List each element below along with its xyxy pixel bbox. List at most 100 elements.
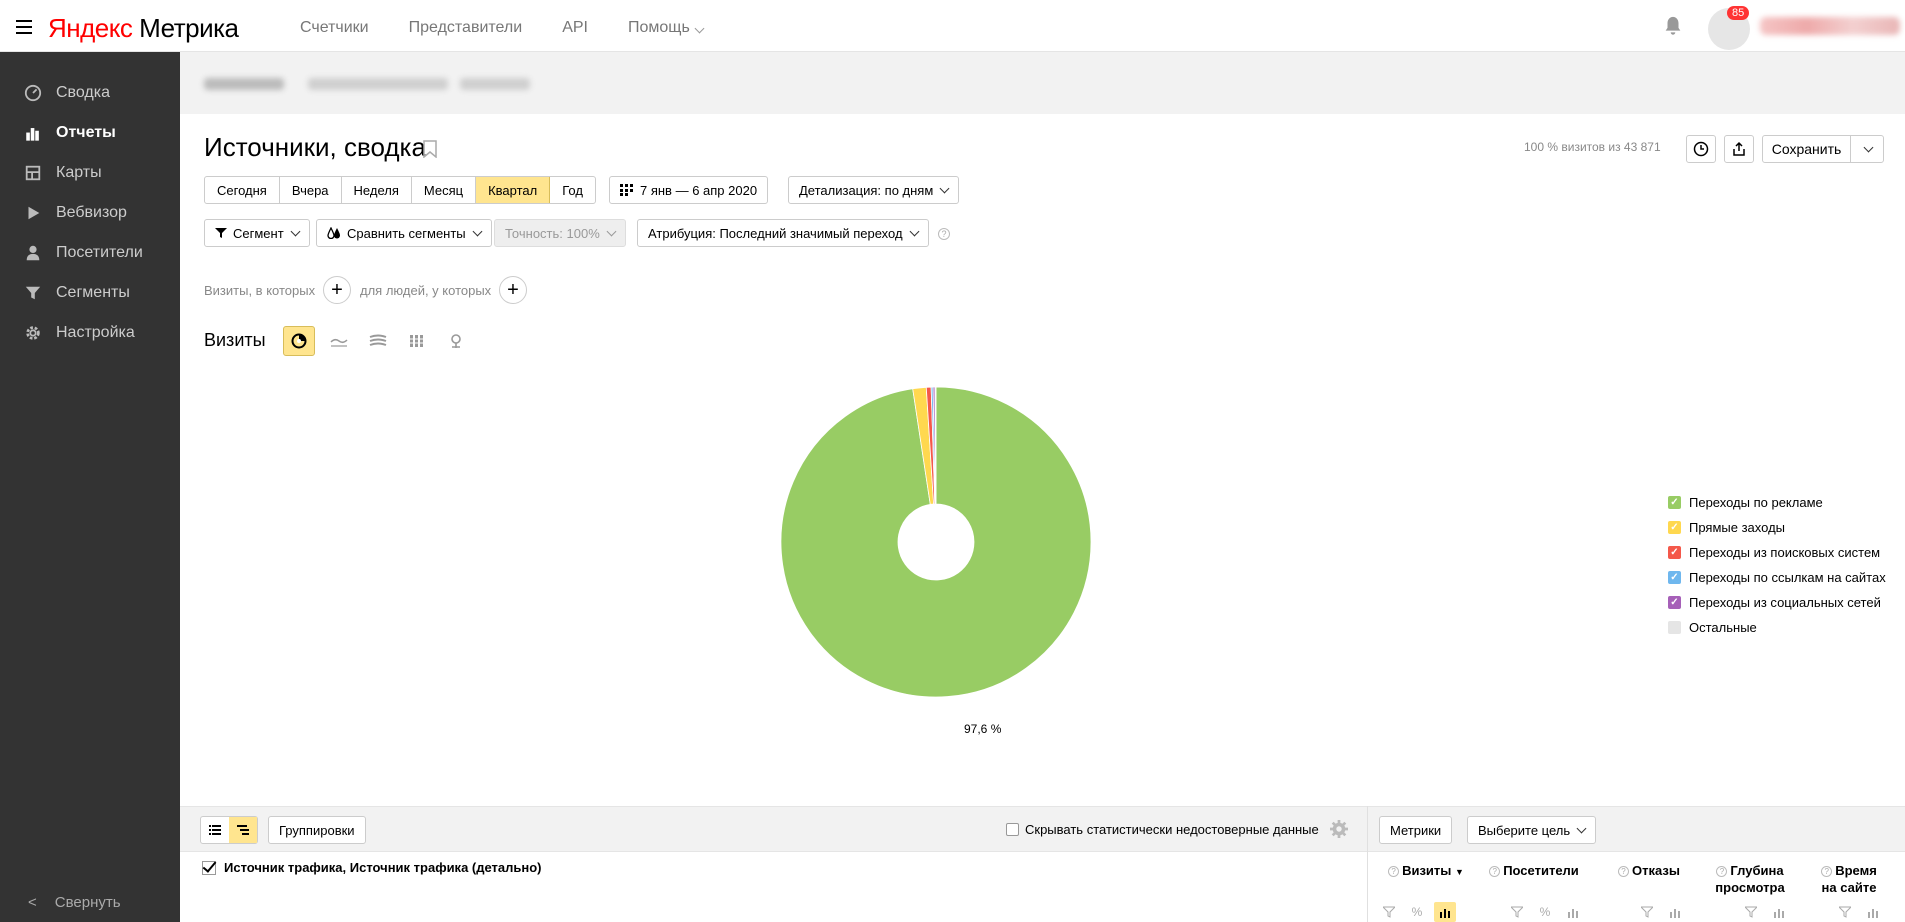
calendar-icon <box>620 184 633 196</box>
breadcrumb <box>180 52 1905 114</box>
filter-icon[interactable] <box>1740 902 1762 922</box>
tree-icon <box>237 825 249 835</box>
legend-item[interactable]: ✓ Переходы по рекламе <box>1668 490 1886 515</box>
legend-item[interactable]: ✓ Переходы из социальных сетей <box>1668 590 1886 615</box>
percent-icon[interactable]: % <box>1534 902 1556 922</box>
filter-icon[interactable] <box>1834 902 1856 922</box>
groupings-button[interactable]: Группировки <box>268 816 366 844</box>
help-icon[interactable]: ? <box>1821 866 1833 877</box>
column-visits[interactable]: ? Визиты ▼ <box>1388 862 1464 881</box>
nav-api[interactable]: API <box>562 19 588 37</box>
sidebar-item-reports[interactable]: Отчеты <box>24 124 116 142</box>
bar-chart-icon[interactable] <box>1664 902 1686 922</box>
legend-item[interactable]: Остальные <box>1668 615 1886 640</box>
legend-checkbox[interactable]: ✓ <box>1668 596 1681 609</box>
legend-checkbox[interactable]: ✓ <box>1668 546 1681 559</box>
save-dropdown[interactable] <box>1851 136 1883 162</box>
export-button[interactable] <box>1724 135 1754 163</box>
plus-icon: + <box>331 278 343 301</box>
bar-chart-icon[interactable] <box>1562 902 1584 922</box>
detail-dropdown[interactable]: Детализация: по дням <box>788 176 960 204</box>
legend-checkbox[interactable]: ✓ <box>1668 571 1681 584</box>
filter-icon[interactable] <box>1378 902 1400 922</box>
period-year[interactable]: Год <box>550 177 595 203</box>
dimensions-header[interactable]: Источник трафика, Источник трафика (дета… <box>202 860 542 875</box>
sidebar-item-webvisor[interactable]: Вебвизор <box>24 204 127 222</box>
collapse-button[interactable]: < Свернуть <box>28 894 121 911</box>
breadcrumb-blurred[interactable] <box>308 78 448 90</box>
help-icon[interactable]: ? <box>938 228 950 240</box>
filter-icon[interactable] <box>1506 902 1528 922</box>
chart-type-area[interactable] <box>362 326 394 356</box>
period-week[interactable]: Неделя <box>342 177 412 203</box>
nav-help[interactable]: Помощь <box>628 19 705 37</box>
list-view-button[interactable] <box>201 817 229 843</box>
chart-type-pie[interactable] <box>283 326 315 356</box>
save-button[interactable]: Сохранить <box>1762 135 1884 163</box>
compare-segments-button[interactable]: Сравнить сегменты <box>316 219 492 247</box>
sidebar-item-settings[interactable]: Настройка <box>24 324 135 342</box>
bell-icon[interactable] <box>1662 15 1684 37</box>
sidebar-item-maps[interactable]: Карты <box>24 164 102 182</box>
legend-item[interactable]: ✓ Переходы по ссылкам на сайтах <box>1668 565 1886 590</box>
help-icon[interactable]: ? <box>1388 866 1400 877</box>
legend-checkbox[interactable] <box>1668 621 1681 634</box>
chart-type-line[interactable] <box>323 326 355 356</box>
bookmark-icon[interactable] <box>423 140 437 158</box>
nav-counters[interactable]: Счетчики <box>300 19 369 37</box>
date-range-button[interactable]: 7 янв — 6 апр 2020 <box>609 176 769 204</box>
hide-unreliable-toggle[interactable]: Скрывать статистически недостоверные дан… <box>1006 822 1319 837</box>
checkbox[interactable] <box>1006 823 1019 836</box>
add-visit-condition-button[interactable]: + <box>323 276 351 304</box>
breadcrumb-blurred[interactable] <box>204 78 284 90</box>
help-icon[interactable]: ? <box>1716 866 1728 877</box>
chevron-down-icon <box>290 226 301 236</box>
column-visitors[interactable]: ? Посетители <box>1486 862 1582 879</box>
goal-dropdown[interactable]: Выберите цель <box>1467 816 1597 844</box>
percent-icon[interactable]: % <box>1406 902 1428 922</box>
breadcrumb-blurred[interactable] <box>460 78 530 90</box>
metrics-button[interactable]: Метрики <box>1379 816 1453 844</box>
history-button[interactable] <box>1686 135 1716 163</box>
legend-checkbox[interactable]: ✓ <box>1668 521 1681 534</box>
period-quarter[interactable]: Квартал <box>476 177 551 203</box>
legend-item[interactable]: ✓ Переходы из поисковых систем <box>1668 540 1886 565</box>
column-time[interactable]: ? Время на сайте <box>1814 862 1884 896</box>
legend-checkbox[interactable]: ✓ <box>1668 496 1681 509</box>
sidebar-item-segments[interactable]: Сегменты <box>24 284 130 302</box>
page-title: Источники, сводка <box>204 132 426 162</box>
nav-representatives[interactable]: Представители <box>409 19 523 37</box>
gear-icon[interactable] <box>1330 820 1348 838</box>
bar-chart-icon[interactable] <box>1862 902 1884 922</box>
column-bounces[interactable]: ? Отказы <box>1614 862 1684 879</box>
username-blurred[interactable] <box>1760 17 1900 35</box>
period-month[interactable]: Месяц <box>412 177 477 203</box>
period-today[interactable]: Сегодня <box>205 177 280 203</box>
sidebar-item-visitors[interactable]: Посетители <box>24 244 143 262</box>
period-yesterday[interactable]: Вчера <box>280 177 342 203</box>
bar-chart-icon[interactable] <box>1434 902 1456 922</box>
add-people-condition-button[interactable]: + <box>499 276 527 304</box>
accuracy-dropdown[interactable]: Точность: 100% <box>494 219 626 247</box>
chart-type-bar[interactable] <box>401 326 433 356</box>
sidebar: Сводка Отчеты Карты Вебвизор Посетители … <box>0 52 180 922</box>
legend-item[interactable]: ✓ Прямые заходы <box>1668 515 1886 540</box>
people-condition-label: для людей, у которых <box>360 283 492 298</box>
menu-icon[interactable] <box>16 20 32 34</box>
help-icon[interactable]: ? <box>1618 866 1630 877</box>
legend-label: Переходы по рекламе <box>1689 495 1823 510</box>
chevron-down-icon <box>909 226 920 236</box>
chart-type-map[interactable] <box>440 326 472 356</box>
attribution-dropdown[interactable]: Атрибуция: Последний значимый переход <box>637 219 929 247</box>
tree-view-button[interactable] <box>229 817 257 843</box>
sidebar-item-summary[interactable]: Сводка <box>24 84 110 102</box>
checkbox-checked[interactable] <box>202 860 216 875</box>
chevron-down-icon <box>472 226 483 236</box>
column-depth[interactable]: ? Глубина просмотра <box>1712 862 1788 896</box>
bar-chart-icon[interactable] <box>1768 902 1790 922</box>
segment-button[interactable]: Сегмент <box>204 219 310 247</box>
filter-icon[interactable] <box>1636 902 1658 922</box>
dashboard-icon <box>24 84 42 102</box>
logo[interactable]: Яндекс Метрика <box>48 13 239 44</box>
help-icon[interactable]: ? <box>1489 866 1501 877</box>
